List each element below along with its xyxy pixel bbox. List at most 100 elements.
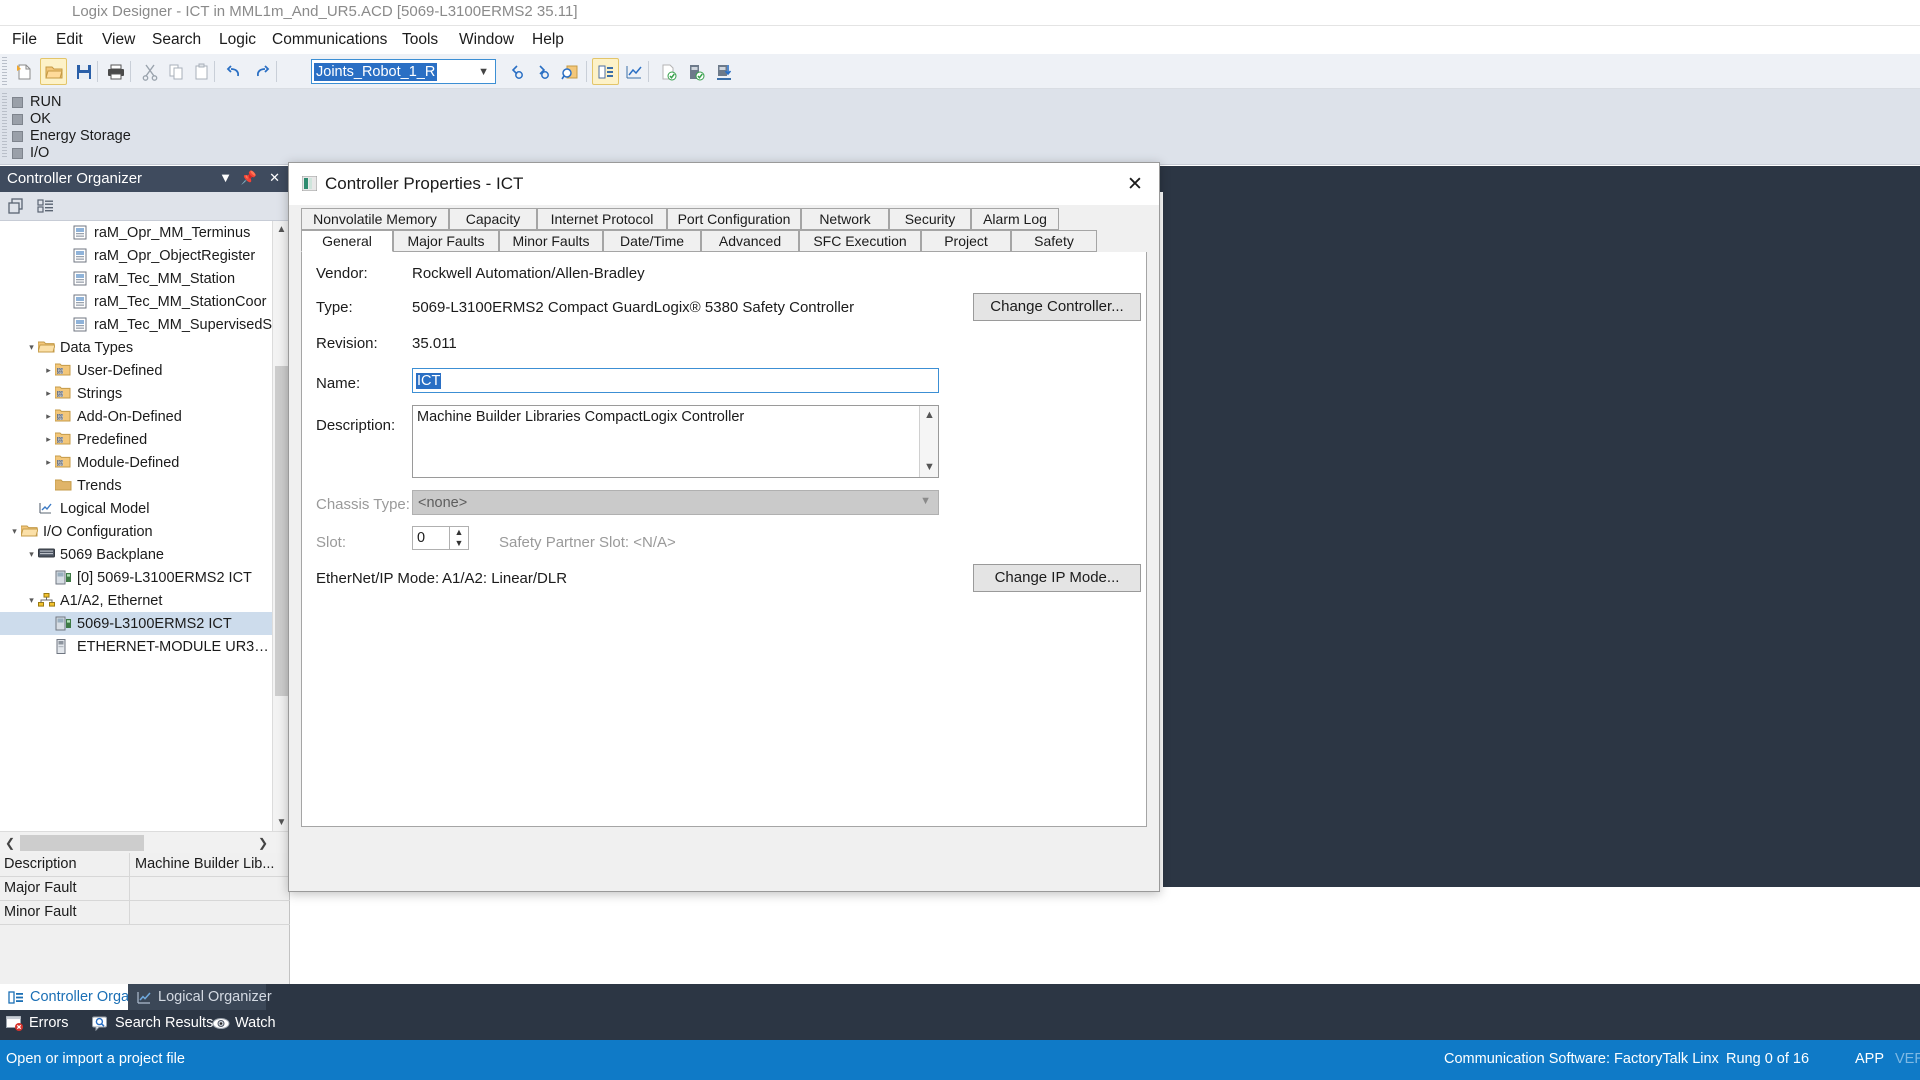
print-icon[interactable] xyxy=(102,58,129,85)
find-next-icon[interactable] xyxy=(528,58,555,85)
menu-search[interactable]: Search xyxy=(148,30,205,50)
tree-item-5069-l3100erms2-ict[interactable]: 5069-L3100ERMS2 ICT xyxy=(0,612,290,635)
menu-window[interactable]: Window xyxy=(455,30,518,50)
property-row[interactable]: Major Fault xyxy=(0,877,290,901)
tree-twisty-icon[interactable]: ▾ xyxy=(25,342,38,353)
tree-item-ram-tec-mm-stationcoor[interactable]: raM_Tec_MM_StationCoor xyxy=(0,290,290,313)
tree-twisty-icon[interactable]: ▸ xyxy=(42,434,55,445)
menu-view[interactable]: View xyxy=(98,30,139,50)
tree-item-data-types[interactable]: ▾ Data Types xyxy=(0,336,290,359)
cut-icon[interactable] xyxy=(136,58,163,85)
dialog-tab-sfc-execution[interactable]: SFC Execution xyxy=(799,230,921,252)
dialog-tab-general[interactable]: General xyxy=(301,230,393,252)
pin-icon[interactable]: 📌 xyxy=(241,170,257,186)
paste-icon[interactable] xyxy=(188,58,215,85)
tree-item-trends[interactable]: Trends xyxy=(0,474,290,497)
output-tab-search-results[interactable]: Search Results xyxy=(92,1015,213,1031)
tree-item-predefined[interactable]: ▸ 101 010 Predefined xyxy=(0,428,290,451)
output-tab-watch[interactable]: Watch xyxy=(212,1015,276,1031)
bottom-tab-controller-orga[interactable]: Controller Orga... xyxy=(0,984,141,1010)
new-file-icon[interactable] xyxy=(10,58,37,85)
dialog-tab-project[interactable]: Project xyxy=(921,230,1011,252)
description-scrollbar[interactable]: ▲ ▼ xyxy=(919,406,938,477)
chevron-down-icon[interactable]: ▼ xyxy=(478,66,489,78)
tree-item-ethernet-module-ur3[interactable]: ETHERNET-MODULE UR3… xyxy=(0,635,290,658)
tree-twisty-icon[interactable]: ▾ xyxy=(8,526,21,537)
chevron-down-icon[interactable]: ▼ xyxy=(219,170,232,185)
menu-edit[interactable]: Edit xyxy=(52,30,87,50)
bottom-tab-logical-organizer[interactable]: Logical Organizer xyxy=(128,984,272,1010)
scrollbar-thumb[interactable] xyxy=(20,835,144,851)
name-input[interactable]: ICT xyxy=(412,368,939,393)
copy-icon[interactable] xyxy=(162,58,189,85)
controller-organizer-tree[interactable]: raM_Opr_MM_Terminus raM_Opr_ObjectRegiste… xyxy=(0,221,290,831)
menu-help[interactable]: Help xyxy=(528,30,568,50)
tree-item-ram-tec-mm-superviseds[interactable]: raM_Tec_MM_SupervisedS xyxy=(0,313,290,336)
dialog-tab-minor-faults[interactable]: Minor Faults xyxy=(499,230,603,252)
tree-item-ram-opr-mm-terminus[interactable]: raM_Opr_MM_Terminus xyxy=(0,221,290,244)
tree-vertical-scrollbar[interactable]: ▲ ▼ xyxy=(272,221,289,831)
menu-communications[interactable]: Communications xyxy=(268,30,391,50)
property-row[interactable]: Minor Fault xyxy=(0,901,290,925)
show-all-icon[interactable] xyxy=(7,197,26,216)
open-folder-icon[interactable] xyxy=(40,58,67,85)
verify-controller-icon[interactable] xyxy=(682,58,709,85)
menu-file[interactable]: File xyxy=(8,30,41,50)
tree-item-5069-backplane[interactable]: ▾ 5069 Backplane xyxy=(0,543,290,566)
close-icon[interactable]: ✕ xyxy=(1121,172,1149,197)
tree-item-i-o-configuration[interactable]: ▾ I/O Configuration xyxy=(0,520,290,543)
scroll-right-icon[interactable]: ❯ xyxy=(254,834,272,852)
tree-item-add-on-defined[interactable]: ▸ 101 010 Add-On-Defined xyxy=(0,405,290,428)
dialog-tab-major-faults[interactable]: Major Faults xyxy=(393,230,499,252)
dialog-tab-alarm-log[interactable]: Alarm Log xyxy=(971,208,1059,230)
tree-item-module-defined[interactable]: ▸ 101 010 Module-Defined xyxy=(0,451,290,474)
tree-item-0-5069-l3100erms2-ict[interactable]: [0] 5069-L3100ERMS2 ICT xyxy=(0,566,290,589)
menu-logic[interactable]: Logic xyxy=(215,30,260,50)
tree-twisty-icon[interactable]: ▸ xyxy=(42,411,55,422)
verify-file-icon[interactable] xyxy=(654,58,681,85)
tree-twisty-icon[interactable]: ▸ xyxy=(42,388,55,399)
save-icon[interactable] xyxy=(70,58,97,85)
tree-twisty-icon[interactable]: ▾ xyxy=(25,595,38,606)
output-tab-errors[interactable]: Errors xyxy=(6,1015,68,1031)
list-view-icon[interactable] xyxy=(36,197,55,216)
dialog-tab-nonvolatile-memory[interactable]: Nonvolatile Memory xyxy=(301,208,449,230)
dialog-tab-capacity[interactable]: Capacity xyxy=(449,208,537,230)
scrollbar-thumb[interactable] xyxy=(275,366,288,696)
status-grip[interactable] xyxy=(2,93,7,159)
dialog-tab-date-time[interactable]: Date/Time xyxy=(603,230,701,252)
property-row[interactable]: Description Machine Builder Lib... xyxy=(0,853,290,877)
scroll-left-icon[interactable]: ❮ xyxy=(1,834,19,852)
scope-combobox[interactable]: Joints_Robot_1_R ▼ xyxy=(311,59,496,84)
dialog-tab-port-configuration[interactable]: Port Configuration xyxy=(667,208,801,230)
dialog-tab-advanced[interactable]: Advanced xyxy=(701,230,799,252)
tree-item-a1-a2-ethernet[interactable]: ▾ A1/A2, Ethernet xyxy=(0,589,290,612)
download-icon[interactable] xyxy=(710,58,737,85)
find-prev-icon[interactable] xyxy=(502,58,529,85)
dialog-tab-network[interactable]: Network xyxy=(801,208,889,230)
menu-tools[interactable]: Tools xyxy=(398,30,442,50)
find-in-files-icon[interactable] xyxy=(556,58,583,85)
change-controller-button[interactable]: Change Controller... xyxy=(973,293,1141,321)
undo-icon[interactable] xyxy=(220,58,247,85)
tree-twisty-icon[interactable]: ▸ xyxy=(42,457,55,468)
close-icon[interactable]: ✕ xyxy=(269,170,280,186)
tree-item-user-defined[interactable]: ▸ 101 010 User-Defined xyxy=(0,359,290,382)
scroll-down-icon[interactable]: ▼ xyxy=(920,458,939,477)
description-textarea[interactable]: Machine Builder Libraries CompactLogix C… xyxy=(412,405,939,478)
dialog-tab-internet-protocol[interactable]: Internet Protocol xyxy=(537,208,667,230)
trend-icon[interactable] xyxy=(620,58,647,85)
tree-twisty-icon[interactable]: ▸ xyxy=(42,365,55,376)
change-ip-mode-button[interactable]: Change IP Mode... xyxy=(973,564,1141,592)
redo-icon[interactable] xyxy=(248,58,275,85)
tree-item-ram-tec-mm-station[interactable]: raM_Tec_MM_Station xyxy=(0,267,290,290)
tree-item-logical-model[interactable]: Logical Model xyxy=(0,497,290,520)
tree-twisty-icon[interactable]: ▾ xyxy=(25,549,38,560)
dialog-tab-safety[interactable]: Safety xyxy=(1011,230,1097,252)
tree-item-strings[interactable]: ▸ 101 010 Strings xyxy=(0,382,290,405)
tag-browser-icon[interactable] xyxy=(592,58,619,85)
tree-item-ram-opr-objectregister[interactable]: raM_Opr_ObjectRegister xyxy=(0,244,290,267)
toolbar-grip[interactable] xyxy=(2,57,7,85)
scroll-up-icon[interactable]: ▲ xyxy=(920,406,939,425)
tree-horizontal-scrollbar[interactable]: ❮ ❯ xyxy=(0,831,290,853)
